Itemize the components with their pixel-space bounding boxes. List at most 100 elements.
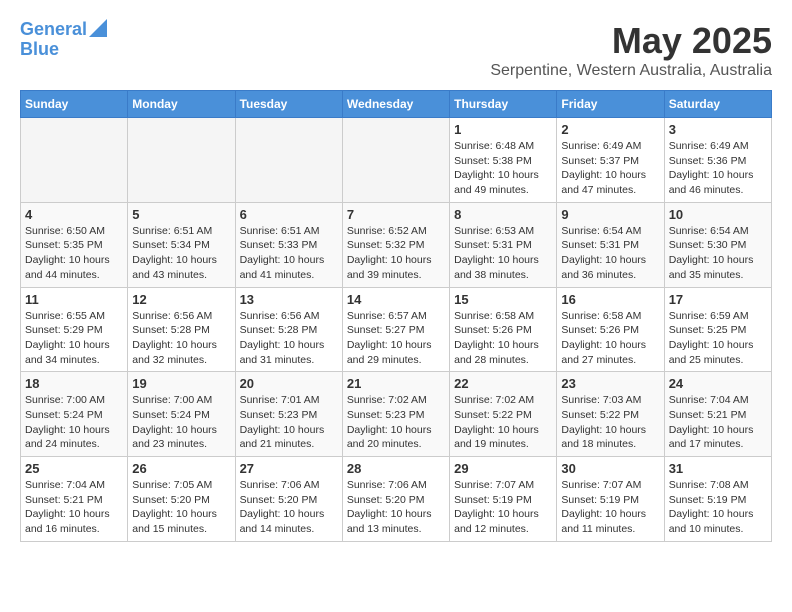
- day-info: Sunrise: 6:55 AMSunset: 5:29 PMDaylight:…: [25, 309, 123, 368]
- week-row-1: 1Sunrise: 6:48 AMSunset: 5:38 PMDaylight…: [21, 118, 772, 203]
- day-cell: 26Sunrise: 7:05 AMSunset: 5:20 PMDayligh…: [128, 457, 235, 542]
- day-info: Sunrise: 6:59 AMSunset: 5:25 PMDaylight:…: [669, 309, 767, 368]
- day-cell: 11 Sunrise: 6:55 AMSunset: 5:29 PMDayligh…: [21, 287, 128, 372]
- day-info: Sunrise: 7:03 AMSunset: 5:22 PMDaylight:…: [561, 393, 659, 452]
- day-cell: 14 Sunrise: 6:57 AMSunset: 5:27 PMDayligh…: [342, 287, 449, 372]
- logo-icon: [89, 19, 107, 37]
- day-cell: 6 Sunrise: 6:51 AMSunset: 5:33 PMDaylight…: [235, 202, 342, 287]
- column-header-saturday: Saturday: [664, 91, 771, 118]
- day-cell: 18Sunrise: 7:00 AMSunset: 5:24 PMDayligh…: [21, 372, 128, 457]
- logo-text-blue: Blue: [20, 40, 59, 60]
- day-info: Sunrise: 6:57 AMSunset: 5:27 PMDaylight:…: [347, 309, 445, 368]
- day-number: 5: [132, 207, 230, 222]
- day-info: Sunrise: 7:07 AMSunset: 5:19 PMDaylight:…: [561, 478, 659, 537]
- week-row-3: 11 Sunrise: 6:55 AMSunset: 5:29 PMDayligh…: [21, 287, 772, 372]
- page-header: General Blue May 2025 Serpentine, Wester…: [20, 20, 772, 80]
- calendar-table: SundayMondayTuesdayWednesdayThursdayFrid…: [20, 90, 772, 542]
- day-cell: 20 Sunrise: 7:01 AMSunset: 5:23 PMDayligh…: [235, 372, 342, 457]
- day-cell: 29 Sunrise: 7:07 AMSunset: 5:19 PMDayligh…: [450, 457, 557, 542]
- day-info: Sunrise: 7:05 AMSunset: 5:20 PMDaylight:…: [132, 478, 230, 537]
- column-header-sunday: Sunday: [21, 91, 128, 118]
- day-cell: 16Sunrise: 6:58 AMSunset: 5:26 PMDayligh…: [557, 287, 664, 372]
- day-number: 28: [347, 461, 445, 476]
- day-cell: 27 Sunrise: 7:06 AMSunset: 5:20 PMDayligh…: [235, 457, 342, 542]
- day-info: Sunrise: 6:54 AMSunset: 5:31 PMDaylight:…: [561, 224, 659, 283]
- day-number: 8: [454, 207, 552, 222]
- column-header-wednesday: Wednesday: [342, 91, 449, 118]
- day-number: 27: [240, 461, 338, 476]
- day-number: 23: [561, 376, 659, 391]
- day-number: 24: [669, 376, 767, 391]
- day-info: Sunrise: 7:00 AMSunset: 5:24 PMDaylight:…: [25, 393, 123, 452]
- column-header-thursday: Thursday: [450, 91, 557, 118]
- day-number: 6: [240, 207, 338, 222]
- day-info: Sunrise: 6:48 AMSunset: 5:38 PMDaylight:…: [454, 139, 552, 198]
- day-info: Sunrise: 7:04 AMSunset: 5:21 PMDaylight:…: [25, 478, 123, 537]
- day-info: Sunrise: 6:56 AMSunset: 5:28 PMDaylight:…: [240, 309, 338, 368]
- day-cell: 30 Sunrise: 7:07 AMSunset: 5:19 PMDayligh…: [557, 457, 664, 542]
- day-number: 16: [561, 292, 659, 307]
- day-cell: 15 Sunrise: 6:58 AMSunset: 5:26 PMDayligh…: [450, 287, 557, 372]
- day-number: 12: [132, 292, 230, 307]
- day-cell: 23 Sunrise: 7:03 AMSunset: 5:22 PMDayligh…: [557, 372, 664, 457]
- day-number: 29: [454, 461, 552, 476]
- week-row-2: 4Sunrise: 6:50 AMSunset: 5:35 PMDaylight…: [21, 202, 772, 287]
- day-info: Sunrise: 7:01 AMSunset: 5:23 PMDaylight:…: [240, 393, 338, 452]
- day-cell: 31 Sunrise: 7:08 AMSunset: 5:19 PMDayligh…: [664, 457, 771, 542]
- day-info: Sunrise: 6:49 AMSunset: 5:37 PMDaylight:…: [561, 139, 659, 198]
- day-info: Sunrise: 6:50 AMSunset: 5:35 PMDaylight:…: [25, 224, 123, 283]
- day-info: Sunrise: 7:04 AMSunset: 5:21 PMDaylight:…: [669, 393, 767, 452]
- day-cell: 7 Sunrise: 6:52 AMSunset: 5:32 PMDaylight…: [342, 202, 449, 287]
- day-cell: 24 Sunrise: 7:04 AMSunset: 5:21 PMDayligh…: [664, 372, 771, 457]
- day-cell: 25 Sunrise: 7:04 AMSunset: 5:21 PMDayligh…: [21, 457, 128, 542]
- day-number: 20: [240, 376, 338, 391]
- column-header-tuesday: Tuesday: [235, 91, 342, 118]
- day-cell: 13Sunrise: 6:56 AMSunset: 5:28 PMDayligh…: [235, 287, 342, 372]
- day-cell: 22Sunrise: 7:02 AMSunset: 5:22 PMDayligh…: [450, 372, 557, 457]
- week-row-5: 25 Sunrise: 7:04 AMSunset: 5:21 PMDayligh…: [21, 457, 772, 542]
- day-number: 15: [454, 292, 552, 307]
- day-number: 19: [132, 376, 230, 391]
- day-cell: 19 Sunrise: 7:00 AMSunset: 5:24 PMDayligh…: [128, 372, 235, 457]
- day-info: Sunrise: 6:53 AMSunset: 5:31 PMDaylight:…: [454, 224, 552, 283]
- day-number: 10: [669, 207, 767, 222]
- day-info: Sunrise: 6:54 AMSunset: 5:30 PMDaylight:…: [669, 224, 767, 283]
- day-cell: [235, 118, 342, 203]
- day-info: Sunrise: 6:51 AMSunset: 5:33 PMDaylight:…: [240, 224, 338, 283]
- day-number: 22: [454, 376, 552, 391]
- day-info: Sunrise: 7:02 AMSunset: 5:23 PMDaylight:…: [347, 393, 445, 452]
- day-number: 17: [669, 292, 767, 307]
- day-number: 2: [561, 122, 659, 137]
- day-number: 25: [25, 461, 123, 476]
- header-row: SundayMondayTuesdayWednesdayThursdayFrid…: [21, 91, 772, 118]
- day-number: 21: [347, 376, 445, 391]
- day-info: Sunrise: 6:49 AMSunset: 5:36 PMDaylight:…: [669, 139, 767, 198]
- day-number: 31: [669, 461, 767, 476]
- day-cell: 21 Sunrise: 7:02 AMSunset: 5:23 PMDayligh…: [342, 372, 449, 457]
- day-cell: 5Sunrise: 6:51 AMSunset: 5:34 PMDaylight…: [128, 202, 235, 287]
- week-row-4: 18Sunrise: 7:00 AMSunset: 5:24 PMDayligh…: [21, 372, 772, 457]
- day-info: Sunrise: 6:56 AMSunset: 5:28 PMDaylight:…: [132, 309, 230, 368]
- day-info: Sunrise: 7:00 AMSunset: 5:24 PMDaylight:…: [132, 393, 230, 452]
- month-title: May 2025: [490, 20, 772, 62]
- day-number: 30: [561, 461, 659, 476]
- day-info: Sunrise: 7:07 AMSunset: 5:19 PMDaylight:…: [454, 478, 552, 537]
- day-info: Sunrise: 6:52 AMSunset: 5:32 PMDaylight:…: [347, 224, 445, 283]
- day-cell: 1Sunrise: 6:48 AMSunset: 5:38 PMDaylight…: [450, 118, 557, 203]
- day-cell: [342, 118, 449, 203]
- day-info: Sunrise: 6:58 AMSunset: 5:26 PMDaylight:…: [454, 309, 552, 368]
- location: Serpentine, Western Australia, Australia: [490, 62, 772, 80]
- column-header-monday: Monday: [128, 91, 235, 118]
- column-header-friday: Friday: [557, 91, 664, 118]
- logo-text: General: [20, 20, 87, 40]
- day-number: 7: [347, 207, 445, 222]
- day-cell: 3 Sunrise: 6:49 AMSunset: 5:36 PMDaylight…: [664, 118, 771, 203]
- day-cell: 10 Sunrise: 6:54 AMSunset: 5:30 PMDayligh…: [664, 202, 771, 287]
- day-info: Sunrise: 7:06 AMSunset: 5:20 PMDaylight:…: [240, 478, 338, 537]
- day-number: 11: [25, 292, 123, 307]
- day-cell: 17 Sunrise: 6:59 AMSunset: 5:25 PMDayligh…: [664, 287, 771, 372]
- day-cell: 4Sunrise: 6:50 AMSunset: 5:35 PMDaylight…: [21, 202, 128, 287]
- day-number: 14: [347, 292, 445, 307]
- day-number: 3: [669, 122, 767, 137]
- day-info: Sunrise: 7:08 AMSunset: 5:19 PMDaylight:…: [669, 478, 767, 537]
